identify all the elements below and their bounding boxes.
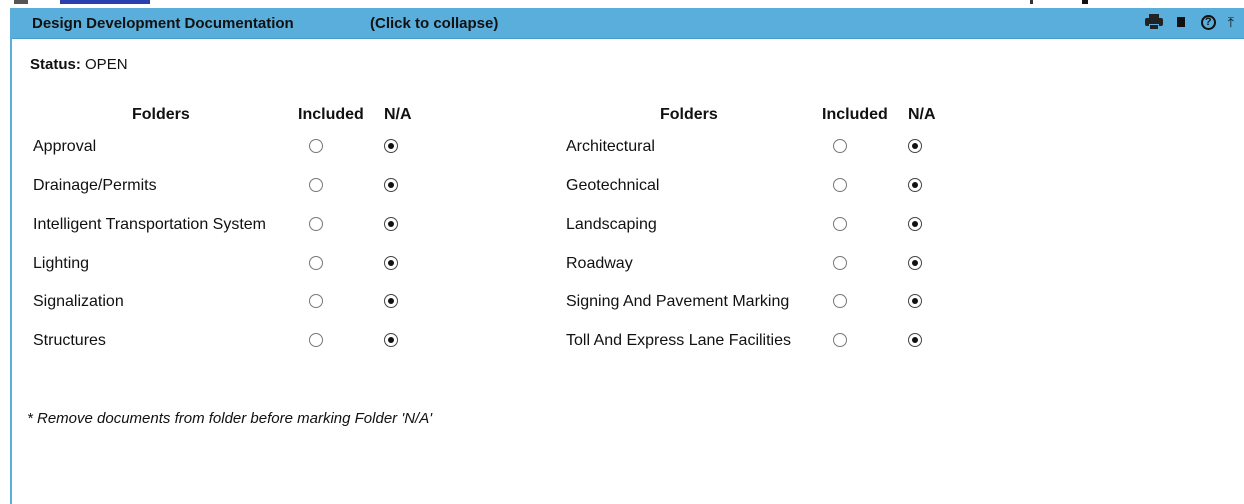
square-icon[interactable]: [1176, 17, 1185, 27]
included-radio[interactable]: [833, 178, 847, 192]
folder-label: Roadway: [566, 255, 633, 272]
section-icon-fragment: [14, 0, 28, 4]
na-radio[interactable]: [908, 256, 922, 270]
na-note: * Remove documents from folder before ma…: [27, 410, 433, 427]
folder-label: Signalization: [33, 293, 124, 310]
included-radio[interactable]: [309, 256, 323, 270]
included-radio[interactable]: [309, 217, 323, 231]
panel-header[interactable]: Design Development Documentation (Click …: [12, 8, 1244, 39]
right-na-header: N/A: [908, 106, 936, 123]
na-radio[interactable]: [384, 256, 398, 270]
pin-icon[interactable]: ⤒: [1228, 14, 1234, 30]
included-radio[interactable]: [833, 139, 847, 153]
status-value: OPEN: [85, 56, 128, 73]
collapse-toggle[interactable]: (Click to collapse): [370, 15, 498, 32]
included-radio[interactable]: [309, 294, 323, 308]
panel-title: Design Development Documentation: [32, 15, 294, 32]
folder-label: Structures: [33, 332, 106, 349]
na-radio[interactable]: [908, 333, 922, 347]
included-radio[interactable]: [309, 178, 323, 192]
included-radio[interactable]: [833, 217, 847, 231]
left-na-header: N/A: [384, 106, 412, 123]
text-fragment: [1030, 0, 1033, 4]
right-folders-header: Folders: [660, 106, 718, 123]
left-included-header: Included: [298, 106, 364, 123]
design-development-panel: Design Development Documentation (Click …: [10, 8, 1244, 504]
print-icon[interactable]: [1144, 14, 1163, 30]
included-radio[interactable]: [833, 333, 847, 347]
text-fragment: [1082, 0, 1088, 4]
folder-label: Approval: [33, 138, 97, 155]
status-line: Status: OPEN: [30, 56, 128, 73]
included-radio[interactable]: [309, 139, 323, 153]
na-radio[interactable]: [384, 333, 398, 347]
na-radio[interactable]: [384, 217, 398, 231]
na-radio[interactable]: [908, 139, 922, 153]
help-icon[interactable]: ?: [1200, 14, 1216, 30]
folder-label: Intelligent Transportation System: [33, 216, 267, 233]
folder-label: Architectural: [566, 138, 655, 155]
na-radio[interactable]: [908, 178, 922, 192]
na-radio[interactable]: [908, 217, 922, 231]
previous-section-edge: [0, 0, 1244, 8]
header-icons: ? ⤒: [1144, 14, 1234, 30]
folder-label: Drainage/Permits: [33, 177, 157, 194]
na-radio[interactable]: [384, 139, 398, 153]
right-included-header: Included: [822, 106, 888, 123]
included-radio[interactable]: [309, 333, 323, 347]
left-folders-header: Folders: [132, 106, 190, 123]
link-fragment: [60, 0, 150, 4]
folder-label: Landscaping: [566, 216, 657, 233]
folder-label: Geotechnical: [566, 177, 660, 194]
included-radio[interactable]: [833, 256, 847, 270]
na-radio[interactable]: [908, 294, 922, 308]
folder-label: Lighting: [33, 255, 90, 272]
folder-label: Signing And Pavement Marking: [566, 293, 790, 310]
folder-label: Toll And Express Lane Facilities: [566, 332, 791, 349]
na-radio[interactable]: [384, 178, 398, 192]
na-radio[interactable]: [384, 294, 398, 308]
included-radio[interactable]: [833, 294, 847, 308]
status-label: Status:: [30, 56, 81, 73]
